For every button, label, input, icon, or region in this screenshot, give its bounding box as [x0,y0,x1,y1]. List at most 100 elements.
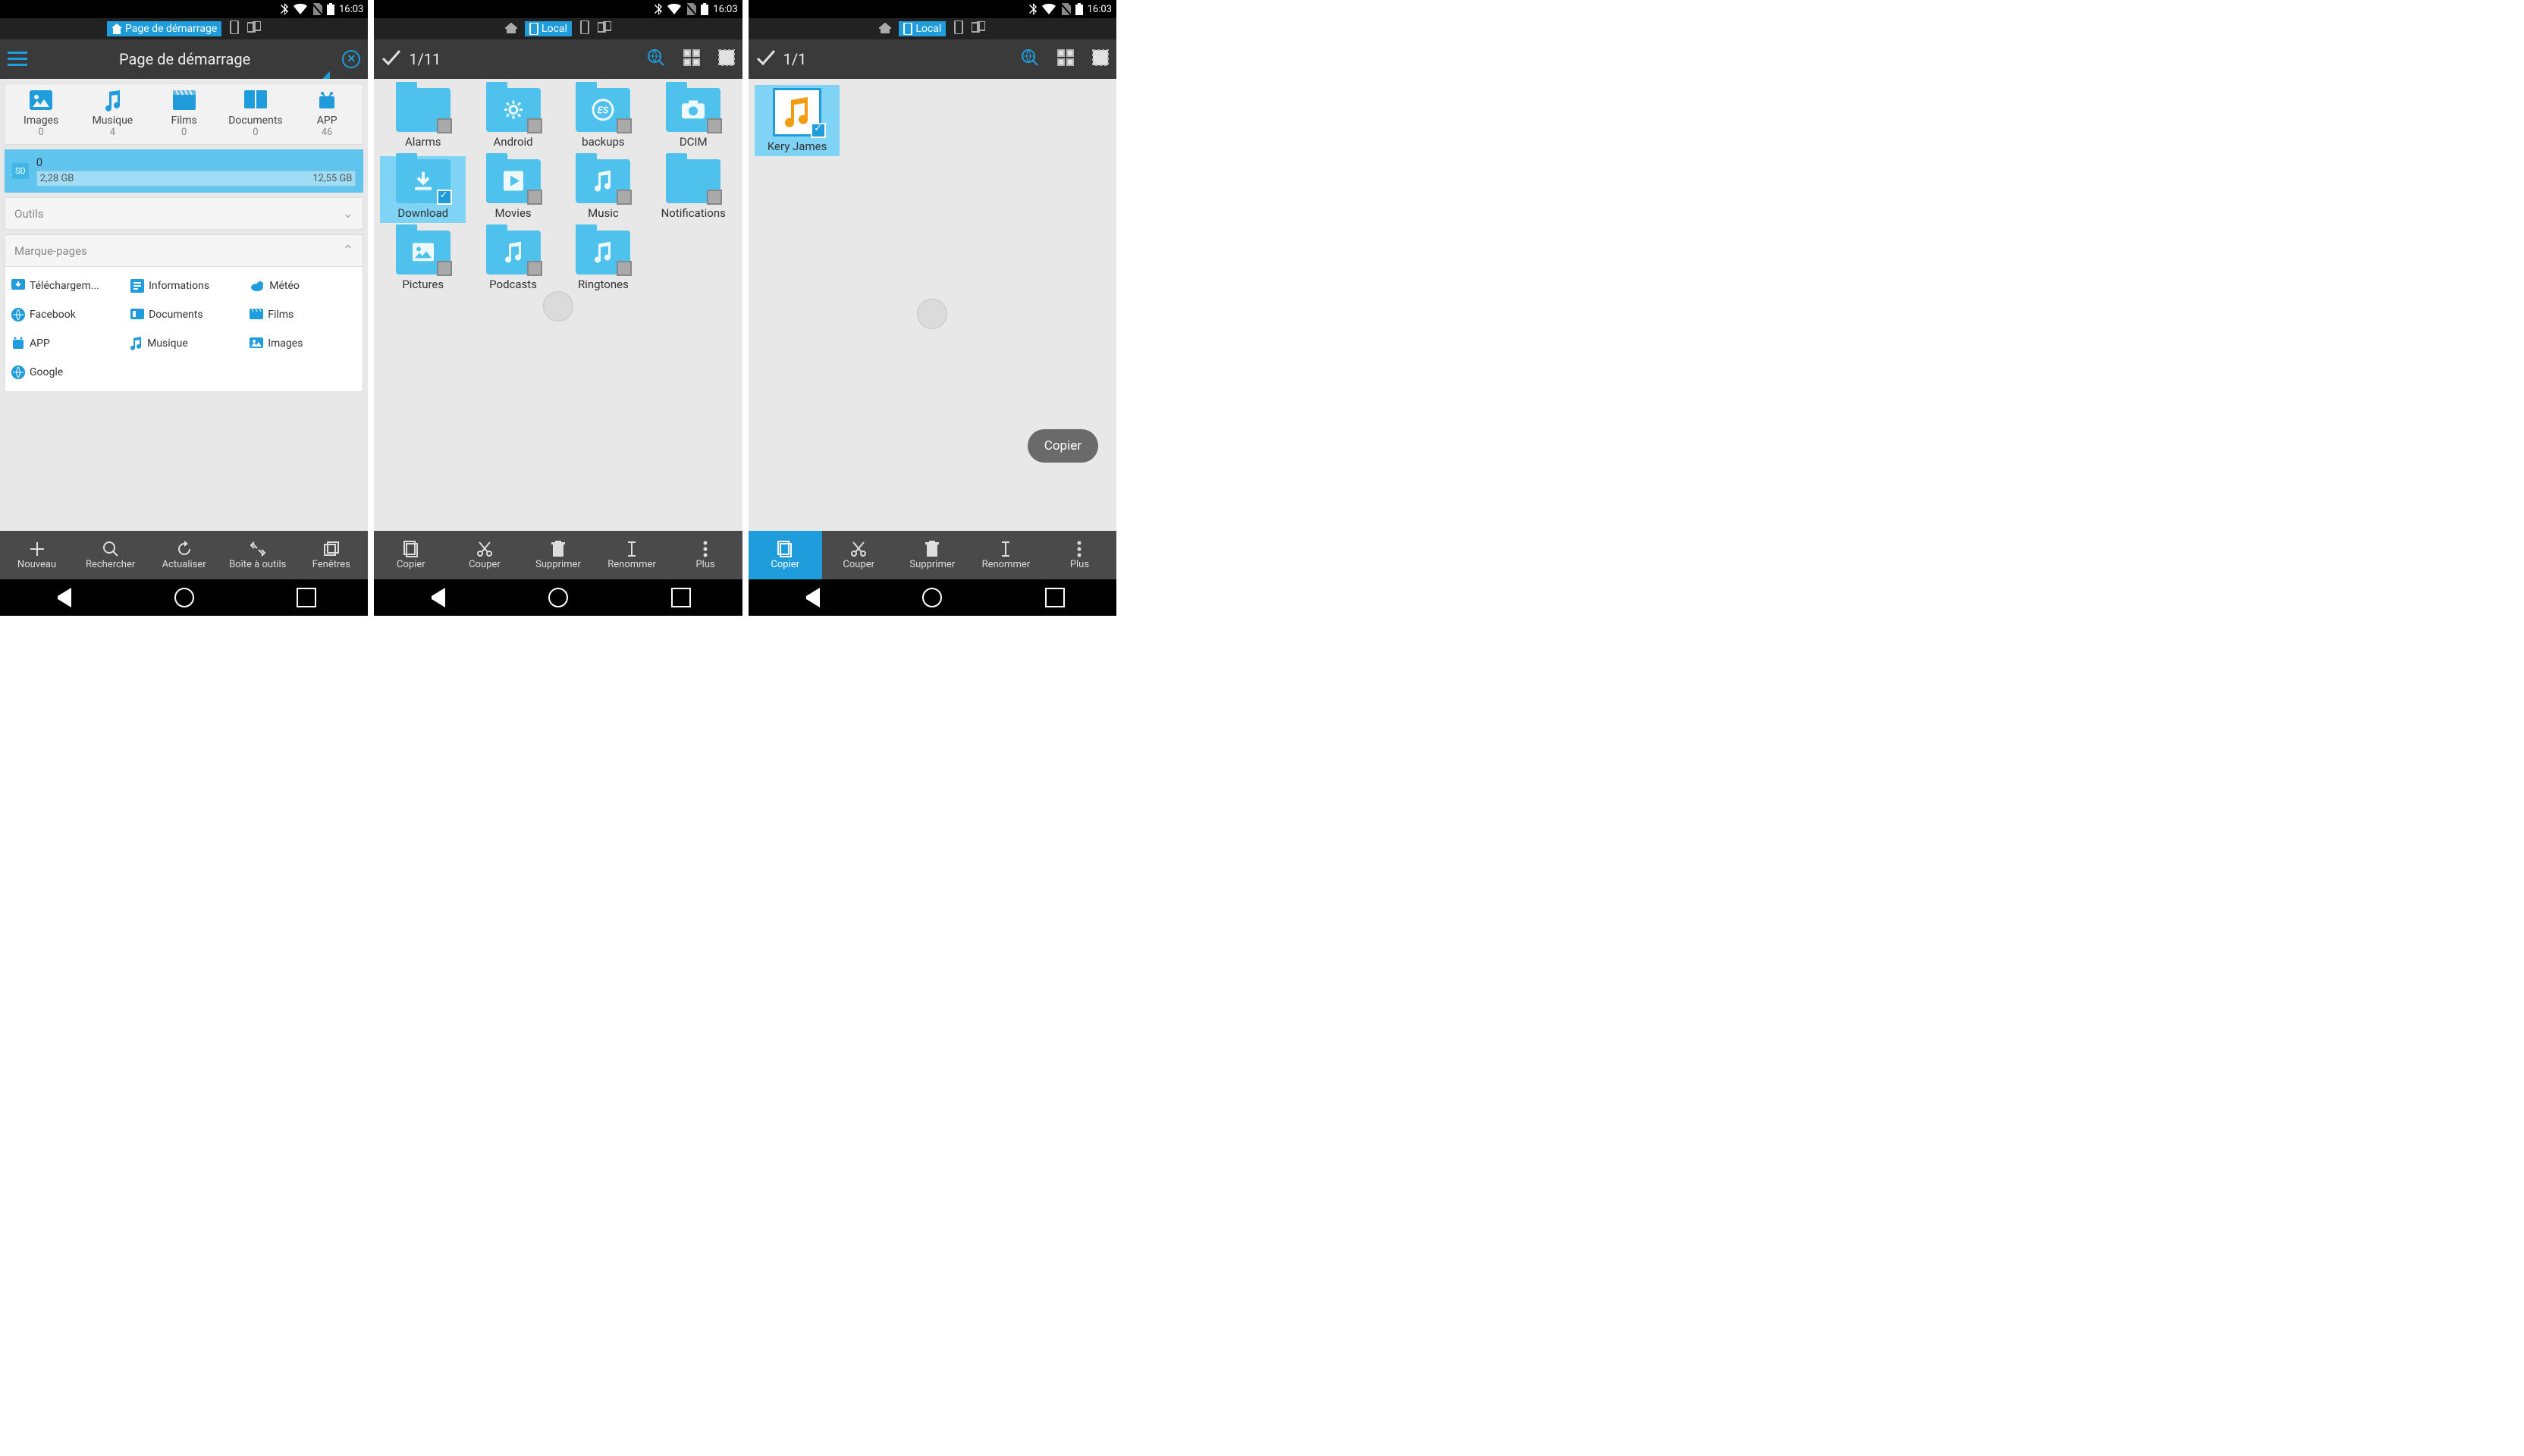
folder-item[interactable]: Download [380,156,466,223]
navbar [749,579,1116,616]
folder-item[interactable]: DCIM [651,85,736,152]
nav-back[interactable] [425,588,445,607]
bottom-new[interactable]: Nouveau [0,531,74,579]
es-icon: ES [592,99,614,124]
screen-local-file: 16:03 Local 1/1 Kery James Copi [749,0,1116,616]
nav-recent[interactable] [297,588,316,607]
no-sim-icon [1060,3,1071,15]
nav-home[interactable] [922,588,942,607]
bookmark-weather[interactable]: Météo [243,271,363,300]
folder-item[interactable]: Movies [470,156,556,223]
nav-home[interactable] [174,588,194,607]
bottom-cut[interactable]: Couper [822,531,896,579]
tab-label: Local [915,23,941,35]
tabbar: Local [374,18,742,39]
content: AlarmsAndroidESbackupsDCIM Download Movies… [374,79,742,531]
bottom-rename[interactable]: Renommer [595,531,669,579]
qr-icon[interactable] [683,49,700,69]
device-icon[interactable] [953,20,964,37]
bottom-delete[interactable]: Supprimer [521,531,595,579]
tab-homepage[interactable]: Page de démarrage [107,21,221,36]
bottom-windows[interactable]: Fenêtres [294,531,368,579]
device-icon[interactable] [229,20,240,37]
folder-item[interactable]: Android [470,85,556,152]
confirm-icon[interactable] [756,49,776,69]
selectall-icon[interactable] [718,49,735,69]
tab-local[interactable]: Local [525,21,572,36]
devices-icon[interactable] [598,21,611,36]
dropdown-indicator[interactable] [322,71,330,79]
bottom-cut[interactable]: Couper [447,531,521,579]
bookmark-images[interactable]: Images [243,329,363,358]
home-tab-icon[interactable] [879,22,891,36]
cat-music[interactable]: Musique4 [77,90,148,138]
bookmark-google[interactable]: Google [5,358,124,387]
bookmark-films[interactable]: Films [243,300,363,329]
cat-films[interactable]: Films0 [149,90,220,138]
bottom-refresh[interactable]: Actualiser [147,531,221,579]
folder-label: Download [383,206,463,220]
uncheck-icon [707,190,722,205]
folder-item[interactable]: ESbackups [560,85,646,152]
cat-images[interactable]: Images0 [5,90,77,138]
bookmark-downloads[interactable]: Téléchargem... [5,271,124,300]
tab-local[interactable]: Local [899,21,946,36]
section-tools[interactable]: Outils ⌄ [5,197,363,230]
bottom-copy[interactable]: Copier [374,531,447,579]
file-item[interactable]: Kery James [755,85,840,156]
svg-text:ES: ES [598,105,609,117]
folder-label: Notifications [654,206,733,220]
close-button[interactable]: ✕ [342,50,360,68]
devices-icon[interactable] [972,21,985,36]
bottom-rename[interactable]: Renommer [969,531,1043,579]
storage-sizes: 2,28 GB 12,55 GB [36,171,356,187]
storage-card[interactable]: SD 0 2,28 GB 12,55 GB [5,149,363,193]
section-bookmarks[interactable]: Marque-pages ⌃ [5,234,363,266]
uncheck-icon [437,261,452,276]
play-icon [504,171,523,194]
bottom-more[interactable]: Plus [669,531,742,579]
confirm-icon[interactable] [381,49,401,69]
globe-search-icon[interactable] [647,49,665,70]
folder-item[interactable]: Alarms [380,85,466,152]
bottom-copy[interactable]: Copier [749,531,822,579]
uncheck-icon [527,261,542,276]
folder-item[interactable]: Podcasts [470,228,556,294]
music-icon [504,242,523,266]
globe-search-icon[interactable] [1021,49,1039,70]
selectall-icon[interactable] [1092,49,1109,69]
bluetooth-icon [1028,3,1038,15]
devices-icon[interactable] [247,21,261,36]
tabbar: Page de démarrage [0,18,368,39]
battery-icon [701,3,708,15]
home-tab-icon[interactable] [505,22,517,36]
no-sim-icon [312,3,322,15]
nav-home[interactable] [548,588,568,607]
device-icon[interactable] [579,20,590,37]
bottom-delete[interactable]: Supprimer [896,531,969,579]
navbar [374,579,742,616]
bottom-search[interactable]: Rechercher [74,531,147,579]
nav-recent[interactable] [1045,588,1065,607]
bookmark-app[interactable]: APP [5,329,124,358]
bluetooth-icon [654,3,663,15]
tabbar: Local [749,18,1116,39]
folder-item[interactable]: Notifications [651,156,736,223]
folder-item[interactable]: Ringtones [560,228,646,294]
bookmark-music[interactable]: Musique [124,329,243,358]
bookmark-documents[interactable]: Documents [124,300,243,329]
menu-icon[interactable] [8,52,27,67]
bottom-toolbox[interactable]: Boîte à outils [221,531,294,579]
cat-app[interactable]: APP46 [291,90,363,138]
folder-item[interactable]: Music [560,156,646,223]
nav-back[interactable] [52,588,71,607]
bookmark-info[interactable]: Informations [124,271,243,300]
qr-icon[interactable] [1057,49,1074,69]
nav-back[interactable] [800,588,820,607]
bookmark-facebook[interactable]: Facebook [5,300,124,329]
folder-item[interactable]: Pictures [380,228,466,294]
cat-documents[interactable]: Documents0 [220,90,291,138]
nav-recent[interactable] [671,588,691,607]
bottom-more[interactable]: Plus [1043,531,1116,579]
content: Kery James Copier [749,79,1116,531]
